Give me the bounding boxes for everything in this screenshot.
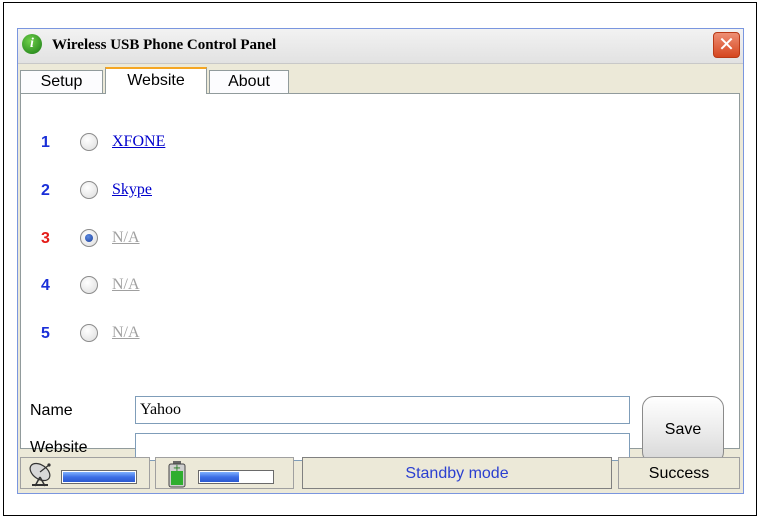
website-link[interactable]: Skype xyxy=(112,181,152,199)
success-text: Success xyxy=(648,465,710,482)
signal-strength-fill xyxy=(63,472,135,482)
name-input[interactable] xyxy=(135,396,630,424)
website-radio[interactable] xyxy=(80,276,98,294)
name-label: Name xyxy=(30,402,73,419)
website-number: 3 xyxy=(41,230,50,247)
window-title: Wireless USB Phone Control Panel xyxy=(52,37,277,53)
tab-setup[interactable]: Setup xyxy=(20,70,103,93)
control-panel-window: i Wireless USB Phone Control Panel ✕ Set… xyxy=(17,28,744,494)
website-link: N/A xyxy=(112,229,140,246)
signal-strength-bar xyxy=(61,470,137,484)
signal-segment xyxy=(20,457,150,489)
website-link[interactable]: XFONE xyxy=(112,133,165,151)
title-bar[interactable]: i Wireless USB Phone Control Panel ✕ xyxy=(18,29,743,64)
svg-text:+: + xyxy=(173,463,181,474)
close-button[interactable]: ✕ xyxy=(713,32,740,58)
website-radio[interactable] xyxy=(80,324,98,342)
battery-icon: + xyxy=(168,461,186,488)
standby-mode-text: Standby mode xyxy=(405,465,509,482)
result-segment: Success xyxy=(618,457,740,489)
website-radio[interactable] xyxy=(80,229,98,247)
tab-website[interactable]: Website xyxy=(105,67,207,94)
website-number: 5 xyxy=(41,325,50,342)
website-number: 2 xyxy=(41,182,50,199)
info-icon: i xyxy=(22,34,42,54)
battery-segment: + xyxy=(155,457,294,489)
website-radio[interactable] xyxy=(80,133,98,151)
website-number: 1 xyxy=(41,134,50,151)
battery-level-fill xyxy=(200,472,239,482)
website-link: N/A xyxy=(112,324,140,341)
satellite-dish-icon xyxy=(29,462,51,487)
website-panel: 1XFONE2Skype3N/A4N/A5N/A Name Website Sa… xyxy=(20,93,740,464)
website-number: 4 xyxy=(41,277,50,294)
mode-segment: Standby mode xyxy=(302,457,612,489)
status-bar: + Standby mode Success xyxy=(18,453,743,493)
website-radio[interactable] xyxy=(80,181,98,199)
website-link: N/A xyxy=(112,276,140,293)
tab-about[interactable]: About xyxy=(209,70,289,93)
battery-level-bar xyxy=(198,470,274,484)
